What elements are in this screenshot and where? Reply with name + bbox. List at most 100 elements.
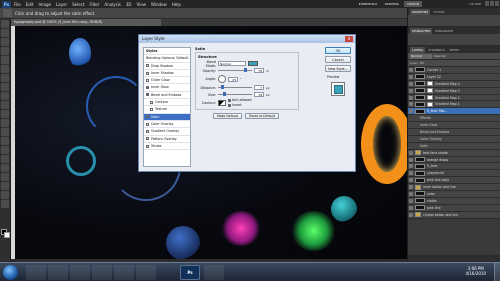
shape-tool-icon[interactable]	[1, 173, 9, 181]
layer-row[interactable]: Gradient Map 3	[408, 87, 500, 95]
styles-list-item[interactable]: Styles	[144, 48, 190, 56]
layer-effect-item[interactable]: Color Overlay	[408, 135, 500, 143]
layer-row[interactable]: Gradient Map 1	[408, 101, 500, 109]
lasso-tool-icon[interactable]	[1, 38, 9, 46]
layer-visibility-eye-icon[interactable]	[409, 88, 413, 93]
layer-row[interactable]: orange drops	[408, 156, 500, 164]
taskbar-media-icon[interactable]	[92, 265, 112, 280]
layer-blend-mode-select[interactable]: Normal	[410, 53, 432, 59]
layer-effect-item[interactable]: Effects	[408, 115, 500, 123]
layer-visibility-eye-icon[interactable]	[409, 185, 413, 190]
dodge-tool-icon[interactable]	[1, 137, 9, 145]
layer-effect-item[interactable]: Bevel and Emboss	[408, 129, 500, 136]
tab-channels[interactable]: CHANNELS	[426, 47, 446, 53]
gradient-tool-icon[interactable]	[1, 119, 9, 127]
start-button[interactable]	[3, 265, 18, 280]
menu-file[interactable]: File	[14, 2, 21, 7]
layer-row[interactable]: inner ballon and line	[408, 184, 500, 192]
styles-list-item[interactable]: Satin	[144, 113, 190, 121]
taskbar-app-icon[interactable]	[136, 265, 156, 280]
layer-visibility-eye-icon[interactable]	[409, 205, 413, 210]
style-checkbox[interactable]	[146, 71, 149, 75]
layer-visibility-eye-icon[interactable]	[409, 67, 413, 72]
swatches-panel[interactable]	[408, 15, 500, 27]
move-tool-icon[interactable]	[1, 20, 9, 28]
layer-visibility-eye-icon[interactable]	[409, 164, 413, 169]
size-field[interactable]: 18	[254, 92, 264, 97]
hand-tool-icon[interactable]	[1, 191, 9, 199]
styles-list-item[interactable]: Color Overlay	[144, 121, 190, 129]
opacity-field[interactable]: 78	[254, 68, 264, 73]
layer-row[interactable]: Gradient Map 4	[408, 80, 500, 88]
styles-list-item[interactable]: Drop Shadow	[144, 63, 190, 70]
layer-visibility-eye-icon[interactable]	[409, 171, 413, 176]
styles-list-item[interactable]: Bevel and Emboss	[144, 92, 190, 100]
layer-visibility-eye-icon[interactable]	[409, 95, 413, 100]
eyedropper-tool-icon[interactable]	[1, 65, 9, 73]
styles-list-item[interactable]: Contour	[144, 99, 190, 107]
blur-tool-icon[interactable]	[1, 128, 9, 136]
blend-mode-select[interactable]: Normal	[218, 61, 246, 66]
layer-effect-item[interactable]: Inner Glow	[408, 122, 500, 130]
taskbar-ie-icon[interactable]	[26, 265, 46, 280]
menu-select[interactable]: Select	[72, 2, 84, 7]
layer-mask-thumbnail[interactable]	[427, 88, 433, 94]
style-checkbox[interactable]	[146, 144, 149, 148]
tab-paragraph[interactable]: PARAGRAPH	[433, 28, 455, 34]
layer-row[interactable]: text face shade	[408, 149, 500, 157]
menu-window[interactable]: Window	[151, 2, 167, 7]
menu-image[interactable]: Image	[38, 2, 51, 7]
zoom-tool-icon[interactable]	[1, 200, 9, 208]
new-style-button[interactable]: New Style...	[325, 65, 351, 72]
layer-visibility-eye-icon[interactable]	[409, 191, 413, 196]
quick-select-tool-icon[interactable]	[1, 47, 9, 55]
tab-layers[interactable]: LAYERS	[410, 46, 426, 53]
layer-row[interactable]: pink line	[408, 204, 500, 212]
size-slider[interactable]	[218, 92, 252, 96]
brush-tool-icon[interactable]	[1, 83, 9, 91]
styles-list-item[interactable]: Inner Shadow	[144, 70, 190, 78]
history-brush-tool-icon[interactable]	[1, 101, 9, 109]
taskbar-clock[interactable]: 3:06 PM 4/16/2010	[465, 266, 486, 276]
tab-swatches[interactable]: SWATCHES	[410, 8, 431, 15]
opacity-slider-knob[interactable]	[244, 68, 247, 72]
path-select-tool-icon[interactable]	[1, 164, 9, 172]
taskbar-explorer-icon[interactable]	[48, 265, 68, 280]
tab-styles[interactable]: STYLES	[431, 9, 446, 15]
layer-mask-thumbnail[interactable]	[427, 95, 433, 100]
layer-row[interactable]: Curves 1	[408, 67, 500, 74]
reset-default-button[interactable]: Reset to Default	[245, 113, 280, 119]
distance-slider-knob[interactable]	[221, 85, 224, 89]
menu-edit[interactable]: Edit	[26, 2, 34, 7]
layer-visibility-eye-icon[interactable]	[409, 109, 413, 114]
document-tab[interactable]: typography.psd @ 100% (5_liner fills cop…	[11, 19, 161, 26]
taskbar-folder-icon[interactable]	[204, 265, 224, 280]
layer-row[interactable]: crayons bt	[408, 170, 500, 178]
layer-row[interactable]: cloths	[408, 197, 500, 205]
layer-visibility-eye-icon[interactable]	[409, 74, 413, 79]
layer-row[interactable]: crystal ballon and line	[408, 211, 500, 219]
angle-field[interactable]: 25	[228, 76, 238, 82]
style-checkbox[interactable]	[146, 122, 149, 126]
styles-list-item[interactable]: Outer Glow	[144, 77, 190, 85]
style-checkbox[interactable]	[150, 108, 153, 112]
layer-visibility-eye-icon[interactable]	[409, 198, 413, 203]
current-tool-icon[interactable]	[3, 9, 12, 17]
menu-3d[interactable]: 3D	[126, 2, 132, 7]
layer-visibility-eye-icon[interactable]	[409, 157, 413, 162]
ok-button[interactable]: OK	[325, 47, 351, 54]
styles-list-item[interactable]: Stroke	[144, 143, 190, 151]
layer-visibility-eye-icon[interactable]	[409, 212, 413, 217]
contour-picker[interactable]	[218, 99, 226, 106]
background-color-swatch[interactable]	[4, 232, 10, 238]
workspace-essentials[interactable]: ESSENTIALS	[356, 1, 380, 7]
styles-list-item[interactable]: Texture	[144, 106, 190, 114]
menu-filter[interactable]: Filter	[89, 2, 99, 7]
style-checkbox[interactable]	[146, 115, 149, 119]
style-checkbox[interactable]	[146, 86, 149, 90]
clone-stamp-tool-icon[interactable]	[1, 92, 9, 100]
crop-tool-icon[interactable]	[1, 56, 9, 64]
layer-visibility-eye-icon[interactable]	[409, 150, 413, 155]
type-tool-icon[interactable]	[1, 155, 9, 163]
style-checkbox[interactable]	[146, 78, 149, 82]
